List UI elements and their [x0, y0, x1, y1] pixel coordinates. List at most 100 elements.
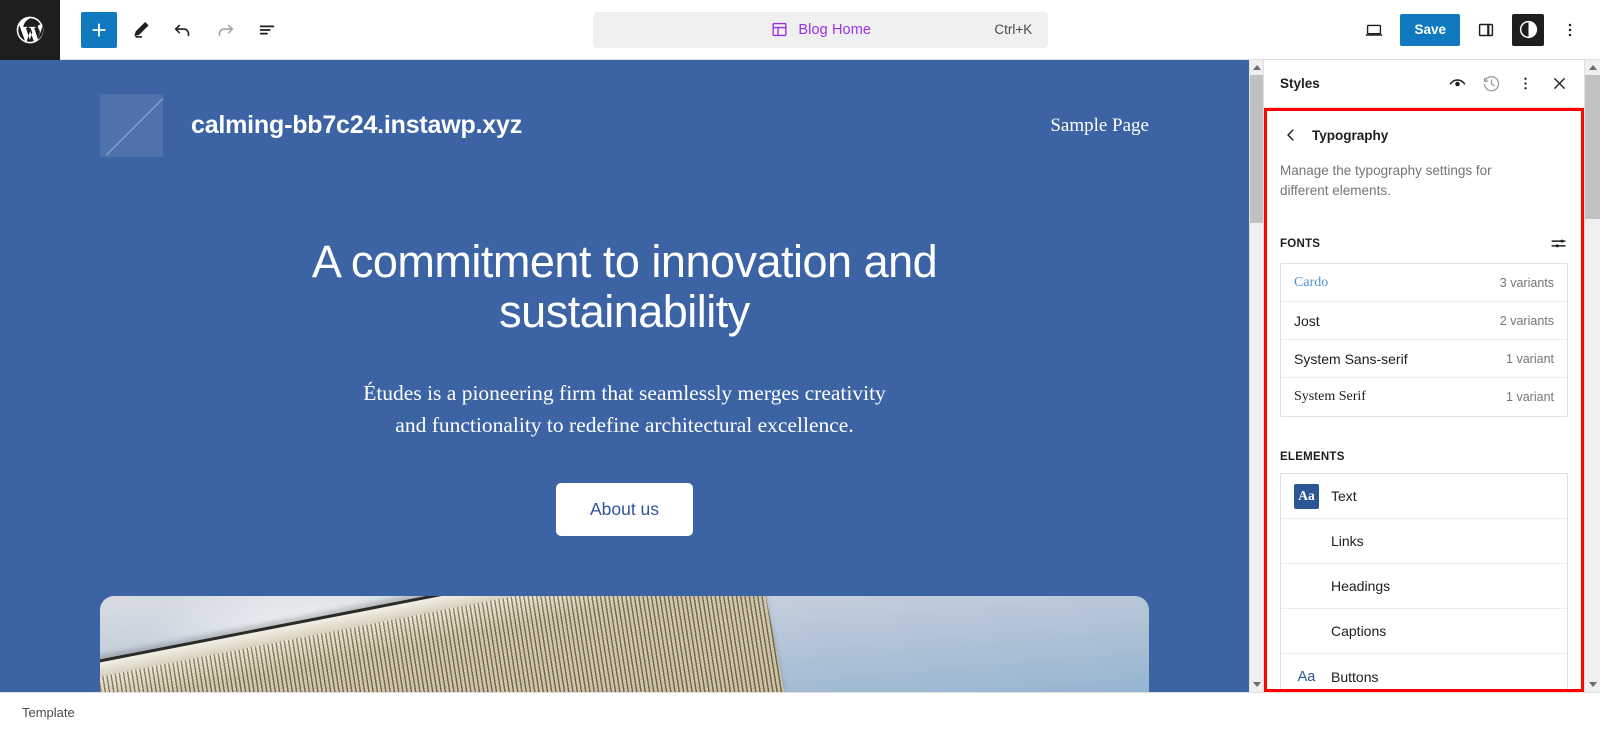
app-vertical-scrollbar[interactable] [1584, 60, 1600, 692]
styles-panel-scroll-area: Typography Manage the typography setting… [1264, 108, 1584, 692]
typography-panel: Typography Manage the typography setting… [1264, 108, 1584, 692]
font-row-system-serif[interactable]: System Serif 1 variant [1281, 378, 1567, 417]
eye-icon [1447, 73, 1468, 94]
toolbar-right-group: Save [1356, 0, 1600, 59]
font-row-jost[interactable]: Jost 2 variants [1281, 302, 1567, 341]
list-view-icon [256, 19, 278, 41]
nav-item-sample-page[interactable]: Sample Page [1050, 115, 1149, 137]
list-view-button[interactable] [249, 12, 285, 48]
template-icon [770, 20, 789, 39]
history-clock-icon [1481, 73, 1502, 94]
hero-about-us-button[interactable]: About us [555, 483, 694, 537]
hero-architecture-image[interactable] [100, 596, 1149, 692]
element-label: Text [1331, 488, 1357, 505]
styles-panel-title: Styles [1280, 76, 1320, 91]
editor-toolbar: Blog Home Ctrl+K Save [0, 0, 1600, 60]
font-variants: 1 variant [1506, 390, 1554, 405]
element-label: Links [1331, 533, 1364, 550]
revisions-button[interactable] [1474, 67, 1508, 101]
font-variants: 1 variant [1506, 351, 1554, 366]
site-header: calming-bb7c24.instawp.xyz Sample Page [0, 60, 1249, 157]
three-dots-vertical-icon [1516, 74, 1535, 93]
font-name: System Serif [1294, 389, 1366, 405]
sliders-icon[interactable] [1549, 234, 1568, 253]
element-label: Captions [1331, 623, 1387, 640]
element-label: Headings [1331, 578, 1391, 595]
hero-heading[interactable]: A commitment to innovation and sustainab… [295, 236, 955, 338]
panel-more-menu-button[interactable] [1508, 67, 1542, 101]
workspace: calming-bb7c24.instawp.xyz Sample Page A… [0, 60, 1600, 692]
close-panel-button[interactable] [1542, 67, 1576, 101]
editor-canvas-wrapper: calming-bb7c24.instawp.xyz Sample Page A… [0, 60, 1264, 692]
font-name: Cardo [1294, 274, 1329, 290]
styles-panel-header: Styles [1264, 60, 1584, 108]
fonts-section-header: Fonts [1280, 234, 1568, 253]
canvas-scrollbar-thumb[interactable] [1250, 75, 1263, 223]
wordpress-logo-icon [14, 14, 46, 46]
fonts-list: Cardo 3 variants Jost 2 variants System … [1280, 263, 1568, 418]
hero-paragraph[interactable]: Études is a pioneering firm that seamles… [352, 378, 897, 442]
hero-section: A commitment to innovation and sustainab… [0, 157, 1249, 537]
chevron-left-icon[interactable] [1282, 126, 1300, 144]
wordpress-logo-button[interactable] [0, 0, 60, 60]
font-name: System Sans-serif [1294, 350, 1408, 367]
site-title[interactable]: calming-bb7c24.instawp.xyz [191, 111, 522, 140]
site-editor: Blog Home Ctrl+K Save calming-bb7c24.ins… [0, 0, 1600, 732]
site-logo-placeholder-icon[interactable] [100, 94, 163, 157]
status-bar-label: Template [22, 705, 75, 720]
text-aa-badge-icon: Aa [1294, 483, 1319, 509]
canvas-scroll-up-arrow-icon[interactable] [1250, 60, 1263, 75]
undo-button[interactable] [165, 12, 201, 48]
elements-list: Aa Text Links Headings Captions Aa Butto… [1280, 473, 1568, 692]
edit-tool-button[interactable] [123, 12, 159, 48]
font-row-cardo[interactable]: Cardo 3 variants [1281, 264, 1567, 303]
element-label: Buttons [1331, 668, 1379, 685]
element-row-text[interactable]: Aa Text [1281, 474, 1567, 520]
contrast-circle-icon [1518, 19, 1539, 40]
add-block-button[interactable] [81, 11, 117, 48]
toolbar-left-group [60, 0, 285, 59]
elements-section-header: Elements [1280, 451, 1568, 463]
redo-button[interactable] [207, 12, 243, 48]
font-name: Jost [1294, 312, 1320, 329]
sidebar-panel-icon [1475, 19, 1497, 41]
undo-icon [172, 19, 194, 41]
element-row-buttons[interactable]: Aa Buttons [1281, 654, 1567, 692]
canvas-vertical-scrollbar[interactable] [1249, 60, 1263, 692]
app-scroll-down-arrow-icon[interactable] [1585, 677, 1600, 692]
plus-icon [88, 19, 110, 41]
typography-title: Typography [1312, 127, 1389, 143]
redo-icon [214, 19, 236, 41]
font-row-system-sans-serif[interactable]: System Sans-serif 1 variant [1281, 340, 1567, 379]
command-bar[interactable]: Blog Home Ctrl+K [593, 11, 1049, 48]
typography-description: Manage the typography settings for diffe… [1280, 163, 1492, 198]
styles-toggle-button[interactable] [1512, 13, 1544, 46]
element-row-headings[interactable]: Headings [1281, 564, 1567, 610]
three-dots-vertical-icon [1560, 20, 1580, 40]
app-scroll-up-arrow-icon[interactable] [1585, 60, 1600, 75]
view-device-button[interactable] [1356, 12, 1392, 48]
style-book-button[interactable] [1440, 67, 1474, 101]
typography-back-nav[interactable]: Typography [1280, 124, 1568, 144]
save-button[interactable]: Save [1400, 13, 1460, 46]
close-x-icon [1550, 74, 1569, 93]
editor-canvas[interactable]: calming-bb7c24.instawp.xyz Sample Page A… [0, 60, 1249, 692]
pencil-icon [130, 19, 152, 41]
fonts-section-label: Fonts [1280, 237, 1321, 250]
font-variants: 2 variants [1499, 313, 1554, 328]
command-bar-shortcut: Ctrl+K [994, 22, 1033, 37]
styles-panel: Styles Typography Manage the typography … [1264, 60, 1584, 692]
font-variants: 3 variants [1499, 275, 1554, 290]
status-bar: Template [0, 692, 1600, 732]
options-menu-button[interactable] [1552, 12, 1588, 48]
canvas-scroll-down-arrow-icon[interactable] [1250, 677, 1263, 692]
elements-section-label: Elements [1280, 451, 1345, 464]
desktop-icon [1363, 19, 1385, 41]
element-row-links[interactable]: Links [1281, 519, 1567, 565]
app-scrollbar-thumb[interactable] [1585, 75, 1600, 219]
site-branding[interactable]: calming-bb7c24.instawp.xyz [100, 94, 522, 157]
buttons-aa-badge-icon: Aa [1297, 668, 1316, 685]
command-bar-title: Blog Home [798, 21, 872, 38]
settings-sidebar-button[interactable] [1468, 12, 1504, 48]
element-row-captions[interactable]: Captions [1281, 609, 1567, 655]
